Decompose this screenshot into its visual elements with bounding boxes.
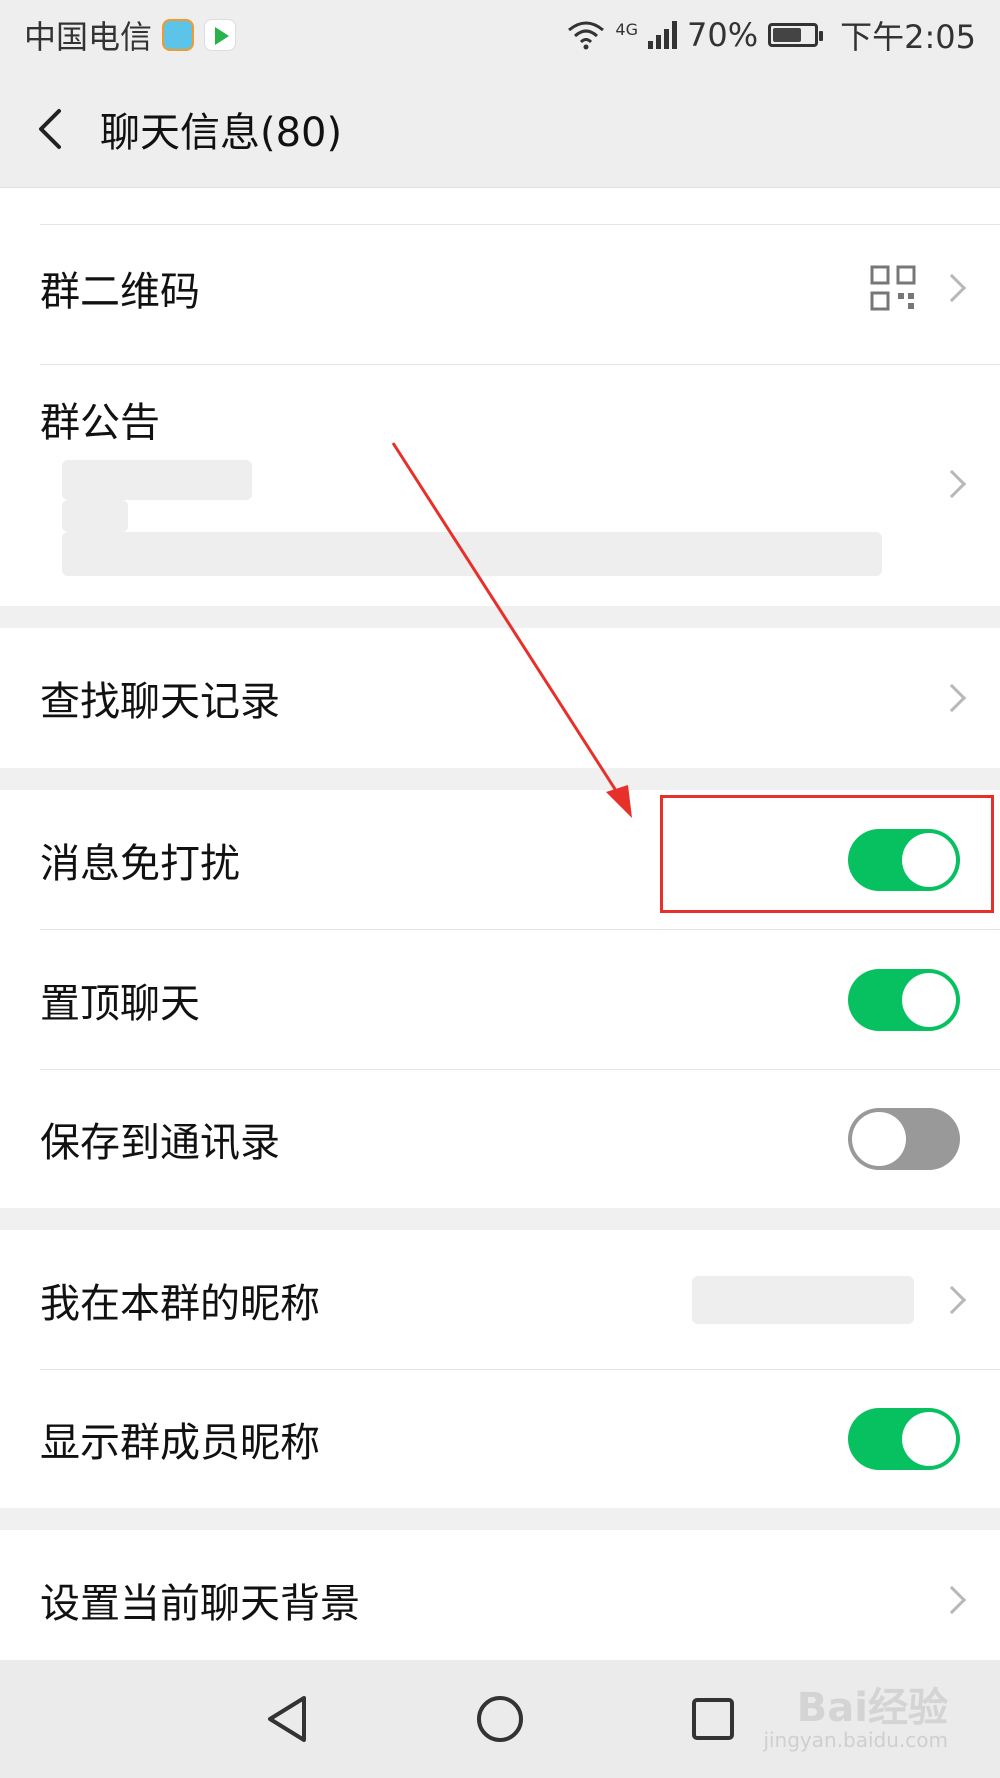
status-indicators: 4G 70% 下午2:05 xyxy=(567,12,976,58)
show-nicknames-toggle[interactable] xyxy=(848,1408,960,1470)
baidu-watermark: Bai经验 xyxy=(796,1685,948,1731)
group-info-section: 群二维码 群公告 xyxy=(0,188,1000,606)
qr-code-icon xyxy=(870,265,916,311)
baidu-watermark-url: jingyan.baidu.com xyxy=(763,1728,948,1752)
video-app-icon xyxy=(204,19,237,51)
annotation-highlight-box xyxy=(660,795,994,913)
announcement-content-blurred xyxy=(62,460,252,500)
toggle-knob xyxy=(852,1112,906,1166)
circle-home-icon xyxy=(476,1696,523,1742)
group-qr-label: 群二维码 xyxy=(40,269,200,315)
pin-row: 置顶聊天 xyxy=(0,930,1000,1069)
battery-percent: 70% xyxy=(687,16,759,54)
toggle-knob xyxy=(902,972,956,1027)
system-back-button[interactable] xyxy=(252,1684,322,1754)
chevron-right-icon xyxy=(937,1585,967,1615)
carrier-name: 中国电信 xyxy=(24,18,153,56)
save-contacts-row: 保存到通讯录 xyxy=(0,1070,1000,1208)
chat-background-label: 设置当前聊天背景 xyxy=(40,1581,360,1627)
pin-toggle[interactable] xyxy=(848,968,960,1031)
chevron-right-icon xyxy=(937,1285,967,1314)
my-nickname-label: 我在本群的昵称 xyxy=(40,1280,320,1327)
carrier-group: 中国电信 xyxy=(24,12,237,58)
toggle-knob xyxy=(902,1412,956,1466)
status-bar: 中国电信 4G 70% 下午2:05 xyxy=(0,0,1000,70)
background-section: 设置当前聊天背景 xyxy=(0,1530,1000,1660)
pin-label: 置顶聊天 xyxy=(40,980,200,1027)
chevron-right-icon xyxy=(937,273,967,303)
system-home-button[interactable] xyxy=(465,1684,535,1754)
group-qr-row[interactable]: 群二维码 xyxy=(0,224,1000,352)
chat-background-row[interactable]: 设置当前聊天背景 xyxy=(0,1530,1000,1670)
search-section: 查找聊天记录 xyxy=(0,628,1000,768)
system-recents-button[interactable] xyxy=(678,1684,748,1754)
announcement-content-blurred xyxy=(62,500,128,532)
triangle-back-icon xyxy=(267,1696,306,1742)
announcement-label: 群公告 xyxy=(40,400,160,446)
mute-label: 消息免打扰 xyxy=(40,840,240,887)
my-nickname-row[interactable]: 我在本群的昵称 xyxy=(0,1230,1000,1369)
clock: 下午2:05 xyxy=(840,18,976,56)
show-nicknames-label: 显示群成员昵称 xyxy=(40,1420,320,1466)
battery-icon xyxy=(768,23,824,47)
notification-app-icon xyxy=(162,19,195,51)
back-button[interactable] xyxy=(0,70,100,187)
square-recents-icon xyxy=(692,1698,735,1740)
show-nicknames-row: 显示群成员昵称 xyxy=(0,1370,1000,1508)
chevron-right-icon xyxy=(937,683,967,713)
nickname-value-blurred xyxy=(692,1276,914,1324)
signal-icon xyxy=(648,21,677,49)
nickname-section: 我在本群的昵称 显示群成员昵称 xyxy=(0,1230,1000,1508)
search-history-row[interactable]: 查找聊天记录 xyxy=(0,628,1000,768)
announcement-content-blurred xyxy=(62,532,882,576)
save-contacts-label: 保存到通讯录 xyxy=(40,1120,280,1166)
nav-bar: 聊天信息(80) xyxy=(0,70,1000,188)
save-contacts-toggle[interactable] xyxy=(848,1108,960,1170)
network-type: 4G xyxy=(615,20,638,39)
search-history-label: 查找聊天记录 xyxy=(40,679,280,725)
chevron-left-icon xyxy=(39,108,61,149)
chevron-right-icon xyxy=(937,469,967,499)
wifi-icon xyxy=(568,21,605,50)
page-title: 聊天信息(80) xyxy=(100,109,343,156)
